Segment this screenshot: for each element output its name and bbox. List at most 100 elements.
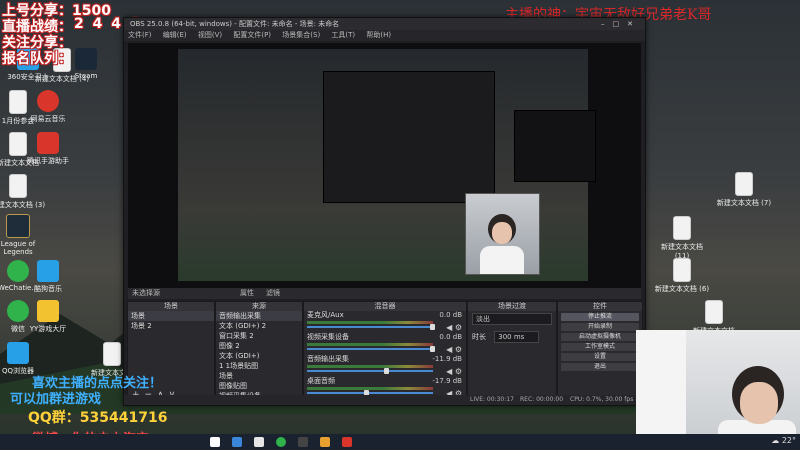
studio-mode-button[interactable]: 工作室模式 bbox=[561, 343, 639, 351]
scene-item[interactable]: 场景 bbox=[128, 311, 214, 321]
menu-file[interactable]: 文件(F) bbox=[128, 31, 152, 39]
duration-row: 时长 300 ms bbox=[468, 327, 556, 347]
chrome-icon[interactable] bbox=[276, 437, 286, 447]
source-item[interactable]: 文本 (GDI+) 2 bbox=[216, 321, 302, 331]
speaker-gear-icon[interactable]: ◀ ⚙ bbox=[446, 345, 462, 354]
sources-dock: 来源 音频输出采集 文本 (GDI+) 2 窗口采集 2 图像 2 文本 (GD… bbox=[215, 301, 303, 403]
system-tray[interactable]: ☁ 22° bbox=[771, 436, 796, 445]
desktop-icon[interactable]: QQ浏览器 bbox=[0, 342, 46, 376]
scene-item[interactable]: 场景 2 bbox=[128, 321, 214, 331]
menu-tools[interactable]: 工具(T) bbox=[331, 31, 355, 39]
doc-icon bbox=[103, 342, 121, 366]
menu-bar: 文件(F) 编辑(E) 视图(V) 配置文件(P) 场景集合(S) 工具(T) … bbox=[124, 30, 645, 41]
game-icon bbox=[37, 132, 59, 154]
volume-knob[interactable] bbox=[430, 346, 435, 352]
controls-dock: 控件 停止推流 开始录制 启动虚拟摄像机 工作室模式 设置 退出 bbox=[557, 301, 643, 403]
volume-knob[interactable] bbox=[430, 324, 435, 330]
transition-select[interactable]: 淡出 bbox=[472, 313, 552, 325]
desktop-icon[interactable]: 新建文本文档 (11) bbox=[654, 216, 710, 260]
app-icon[interactable] bbox=[342, 437, 352, 447]
explorer-icon[interactable] bbox=[254, 437, 264, 447]
volume-slider[interactable] bbox=[307, 326, 433, 328]
webcam-preview bbox=[465, 193, 540, 275]
menu-help[interactable]: 帮助(H) bbox=[366, 31, 391, 39]
duration-label: 时长 bbox=[472, 333, 486, 341]
desktop-icon[interactable]: YY游戏大厅 bbox=[20, 300, 76, 334]
scenes-header: 场景 bbox=[128, 302, 214, 311]
live-time: LIVE: 00:30:17 bbox=[470, 396, 514, 403]
rec-time: REC: 00:00:00 bbox=[520, 396, 564, 403]
virtual-camera-button[interactable]: 启动虚拟摄像机 bbox=[561, 333, 639, 341]
menu-scene-collection[interactable]: 场景集合(S) bbox=[282, 31, 320, 39]
properties-button[interactable]: 属性 bbox=[240, 288, 254, 299]
window-controls[interactable]: –□✕ bbox=[601, 18, 641, 30]
source-item[interactable]: 1 1场景贴图 bbox=[216, 361, 302, 371]
exit-button[interactable]: 退出 bbox=[561, 363, 639, 371]
start-recording-button[interactable]: 开始录制 bbox=[561, 323, 639, 331]
channel-db: 0.0 dB bbox=[439, 333, 462, 341]
recursive-preview-inner bbox=[323, 71, 596, 203]
settings-button[interactable]: 设置 bbox=[561, 353, 639, 361]
volume-knob[interactable] bbox=[384, 368, 389, 374]
overlay-join-promo: 可以加群进游戏 bbox=[10, 392, 102, 407]
edge-icon[interactable] bbox=[232, 437, 242, 447]
duration-input[interactable]: 300 ms bbox=[494, 331, 540, 343]
volume-slider[interactable] bbox=[307, 370, 433, 372]
overlay-queue: 报名队列： bbox=[2, 51, 72, 67]
weather-temp: 22° bbox=[781, 436, 796, 445]
stop-streaming-button[interactable]: 停止推流 bbox=[561, 313, 639, 321]
weather-icon: ☁ bbox=[771, 436, 780, 445]
doc-icon bbox=[673, 258, 691, 282]
channel-db: -11.9 dB bbox=[432, 355, 462, 363]
obs-taskbar-icon[interactable] bbox=[298, 437, 308, 447]
desktop-icon[interactable]: 新建文本文档 (7) bbox=[716, 172, 772, 208]
mixer-channel: 麦克风/Aux 0.0 dB ◀ ⚙ bbox=[304, 311, 466, 333]
doc-icon bbox=[735, 172, 753, 196]
source-item[interactable]: 音频输出采集 bbox=[216, 311, 302, 321]
source-item[interactable]: 窗口采集 2 bbox=[216, 331, 302, 341]
desktop-icon[interactable]: 新建文本文档 (3) bbox=[0, 174, 46, 210]
menu-view[interactable]: 视图(V) bbox=[198, 31, 222, 39]
desktop-icon[interactable]: 网易云音乐 bbox=[20, 90, 76, 124]
obs-titlebar[interactable]: OBS 25.0.8 (64-bit, windows) - 配置文件: 未命名… bbox=[124, 18, 645, 30]
cpu-fps: CPU: 0.7%, 30.00 fps bbox=[570, 396, 634, 403]
menu-profile[interactable]: 配置文件(P) bbox=[233, 31, 271, 39]
volume-slider[interactable] bbox=[307, 392, 433, 394]
source-item[interactable]: 图像贴图 bbox=[216, 381, 302, 391]
preview-canvas[interactable] bbox=[128, 43, 641, 288]
source-item[interactable]: 文本 (GDI+) bbox=[216, 351, 302, 361]
volume-slider[interactable] bbox=[307, 348, 433, 350]
desktop-icon[interactable]: 新建文本文档 (6) bbox=[654, 258, 710, 294]
controls-header: 控件 bbox=[558, 302, 642, 311]
status-bar: LIVE: 00:30:17 REC: 00:00:00 CPU: 0.7%, … bbox=[124, 395, 645, 405]
window-title: OBS 25.0.8 (64-bit, windows) - 配置文件: 未命名… bbox=[130, 20, 340, 28]
start-icon[interactable] bbox=[210, 437, 220, 447]
steam-icon bbox=[75, 48, 97, 70]
desktop-icon[interactable]: 腾讯手游助手 bbox=[20, 132, 76, 166]
volume-meter bbox=[307, 343, 433, 346]
volume-meter bbox=[307, 365, 433, 368]
volume-meter bbox=[307, 321, 433, 324]
overlay-qq-group: QQ群：535441716 bbox=[28, 410, 168, 426]
mixer-channel: 视频采集设备 0.0 dB ◀ ⚙ bbox=[304, 333, 466, 355]
no-source-label: 未选择源 bbox=[132, 289, 160, 297]
app-icon[interactable] bbox=[320, 437, 330, 447]
source-item[interactable]: 图像 2 bbox=[216, 341, 302, 351]
music-icon bbox=[37, 90, 59, 112]
menu-edit[interactable]: 编辑(E) bbox=[163, 31, 187, 39]
speaker-gear-icon[interactable]: ◀ ⚙ bbox=[446, 323, 462, 332]
transitions-dock: 场景过渡 淡出 时长 300 ms bbox=[467, 301, 557, 403]
yy-icon bbox=[37, 300, 59, 322]
source-item[interactable]: 场景 bbox=[216, 371, 302, 381]
transitions-header: 场景过渡 bbox=[468, 302, 556, 311]
desktop-icon[interactable]: League of Legends bbox=[0, 214, 46, 256]
obs-window[interactable]: OBS 25.0.8 (64-bit, windows) - 配置文件: 未命名… bbox=[123, 17, 646, 406]
doc-icon bbox=[673, 216, 691, 240]
qq-icon bbox=[7, 342, 29, 364]
source-toolbar: 未选择源 属性 滤镜 bbox=[128, 288, 641, 299]
speaker-gear-icon[interactable]: ◀ ⚙ bbox=[446, 367, 462, 376]
filters-button[interactable]: 滤镜 bbox=[266, 288, 280, 299]
channel-db: 0.0 dB bbox=[439, 311, 462, 319]
audio-mixer-dock: 混音器 麦克风/Aux 0.0 dB ◀ ⚙ 视频采集设备 0.0 dB ◀ ⚙… bbox=[303, 301, 467, 403]
desktop-icon[interactable]: 酷狗音乐 bbox=[20, 260, 76, 294]
